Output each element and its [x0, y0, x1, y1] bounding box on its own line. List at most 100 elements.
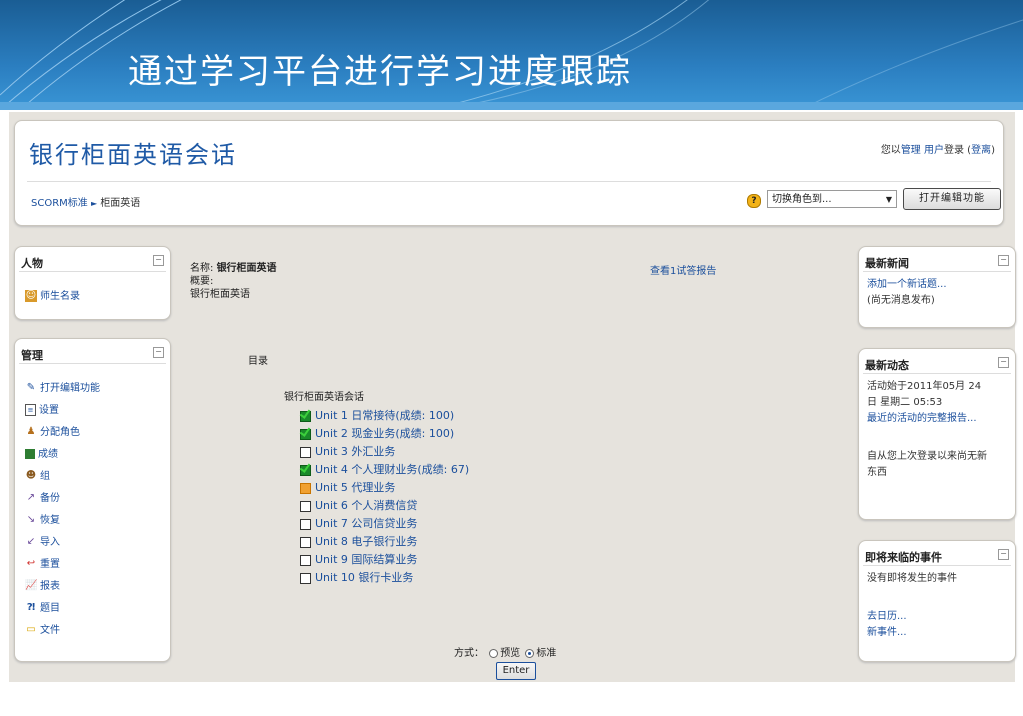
- dropdown-arrow-icon: ▼: [885, 195, 892, 204]
- normal-radio[interactable]: [525, 648, 535, 658]
- admin-item-label: 备份: [40, 493, 60, 504]
- collapse-icon[interactable]: −: [998, 549, 1009, 560]
- enter-button[interactable]: Enter: [496, 662, 536, 680]
- admin-item-settings[interactable]: ≡ 设置: [25, 401, 59, 416]
- toc-unit[interactable]: Unit 9 国际结算业务: [300, 551, 417, 567]
- mode-selector: 方式： 预览 标准: [454, 644, 556, 659]
- block-divider: [863, 373, 1011, 374]
- admin-item-label: 打开编辑功能: [40, 383, 100, 394]
- login-user-link[interactable]: 管理 用户: [901, 145, 944, 156]
- toc-unit[interactable]: Unit 4 个人理财业务(成绩: 67): [300, 461, 469, 477]
- view-reports-link[interactable]: 查看1试答报告: [650, 262, 716, 277]
- unit-link[interactable]: Unit 4 个人理财业务(成绩: 67): [315, 463, 469, 476]
- admin-item-label: 文件: [40, 625, 60, 636]
- completed-check-icon: [300, 410, 311, 422]
- collapse-icon[interactable]: −: [153, 347, 164, 358]
- toc-unit[interactable]: Unit 8 电子银行业务: [300, 533, 417, 549]
- unit-link[interactable]: Unit 7 公司信贷业务: [315, 517, 417, 530]
- name-label: 名称:: [190, 263, 217, 274]
- main-content: 名称: 银行柜面英语 概要: 银行柜面英语 查看1试答报告 目录 银行柜面英语会…: [178, 246, 846, 682]
- unit-link[interactable]: Unit 1 日常接待(成绩: 100): [315, 409, 454, 422]
- preview-label: 预览: [500, 648, 521, 659]
- collapse-icon[interactable]: −: [153, 255, 164, 266]
- not-attempted-icon: [300, 536, 311, 548]
- block-divider: [863, 565, 1011, 566]
- settings-icon: ≡: [25, 404, 36, 416]
- toc-unit[interactable]: Unit 10 银行卡业务: [300, 569, 413, 585]
- login-info: 您以管理 用户登录 (登离): [881, 141, 995, 156]
- full-report-link[interactable]: 最近的活动的完整报告...: [867, 411, 977, 427]
- page-header: 银行柜面英语会话 您以管理 用户登录 (登离) SCORM标准 ► 柜面英语 ?…: [14, 120, 1004, 226]
- collapse-icon[interactable]: −: [998, 255, 1009, 266]
- unit-link[interactable]: Unit 3 外汇业务: [315, 445, 395, 458]
- admin-item-backup[interactable]: ↗ 备份: [25, 489, 60, 504]
- toc-unit[interactable]: Unit 6 个人消费信贷: [300, 497, 417, 513]
- toc-unit[interactable]: Unit 5 代理业务: [300, 479, 395, 495]
- new-event-link[interactable]: 新事件...: [867, 625, 907, 641]
- incomplete-icon: [300, 482, 311, 494]
- unit-link[interactable]: Unit 10 银行卡业务: [315, 571, 413, 584]
- admin-item-label: 恢复: [40, 515, 60, 526]
- unit-link[interactable]: Unit 2 现金业务(成绩: 100): [315, 427, 454, 440]
- collapse-icon[interactable]: −: [998, 357, 1009, 368]
- scorm-info: 名称: 银行柜面英语 概要: 银行柜面英语: [190, 262, 277, 301]
- no-events-text: 没有即将发生的事件: [867, 573, 957, 584]
- help-icon[interactable]: ?: [747, 194, 761, 208]
- recent-activity-block: 最新动态 − 活动始于2011年05月 24 日 星期二 05:53 最近的活动…: [858, 348, 1016, 520]
- navbar: SCORM标准 ► 柜面英语 ? 切换角色到... ▼ 打开编辑功能: [27, 181, 1001, 214]
- login-prefix: 您以: [880, 145, 901, 156]
- logout-link[interactable]: 登离: [971, 145, 991, 156]
- breadcrumb-separator-icon: ►: [90, 199, 98, 208]
- admin-block-title: 管理: [21, 349, 43, 362]
- admin-item-questions[interactable]: ⁈ 题目: [25, 599, 60, 614]
- go-to-calendar-link[interactable]: 去日历...: [867, 609, 907, 625]
- activity-since: 活动始于2011年05月 24: [867, 381, 982, 392]
- people-block: 人物 − ☺ 师生名录: [14, 246, 171, 320]
- admin-item-label: 题目: [40, 603, 60, 614]
- admin-item-groups[interactable]: ☻ 组: [25, 467, 50, 482]
- participants-icon: ☺: [25, 290, 37, 302]
- participants-label: 师生名录: [40, 291, 80, 302]
- unit-link[interactable]: Unit 8 电子银行业务: [315, 535, 417, 548]
- backup-icon: ↗: [26, 492, 36, 503]
- unit-link[interactable]: Unit 6 个人消费信贷: [315, 499, 417, 512]
- breadcrumb-root[interactable]: SCORM标准: [31, 198, 88, 209]
- upcoming-events-block: 即将来临的事件 − 没有即将发生的事件 去日历... 新事件...: [858, 540, 1016, 662]
- roles-icon: ♟: [26, 426, 36, 437]
- admin-item-restore[interactable]: ↘ 恢复: [25, 511, 60, 526]
- admin-item-import[interactable]: ↙ 导入: [25, 533, 60, 548]
- admin-item-files[interactable]: ▭ 文件: [25, 621, 60, 636]
- admin-item-label: 导入: [40, 537, 60, 548]
- news-block-title: 最新新闻: [865, 257, 909, 270]
- admin-item-reports[interactable]: 📈 报表: [25, 577, 60, 592]
- admin-item-label: 重置: [40, 559, 60, 570]
- switch-role-select[interactable]: 切换角色到... ▼: [767, 190, 897, 208]
- admin-block: 管理 − ✎ 打开编辑功能 ≡ 设置 ♟ 分配角色 成绩 ☻ 组 ↗ 备份 ↘ 恢复 ↙ 导入…: [14, 338, 171, 662]
- slide-banner: 通过学习平台进行学习进度跟踪: [0, 0, 1023, 110]
- toc-unit[interactable]: Unit 7 公司信贷业务: [300, 515, 417, 531]
- unit-link[interactable]: Unit 5 代理业务: [315, 481, 395, 494]
- preview-radio[interactable]: [489, 648, 499, 658]
- admin-item-label: 设置: [39, 405, 59, 416]
- admin-item-edit[interactable]: ✎ 打开编辑功能: [25, 379, 100, 394]
- not-attempted-icon: [300, 518, 311, 530]
- not-attempted-icon: [300, 446, 311, 458]
- admin-item-roles[interactable]: ♟ 分配角色: [25, 423, 80, 438]
- admin-item-grades[interactable]: 成绩: [25, 445, 58, 460]
- participants-link[interactable]: ☺ 师生名录: [25, 287, 80, 302]
- turn-editing-on-button[interactable]: 打开编辑功能: [903, 188, 1001, 210]
- toc-unit[interactable]: Unit 2 现金业务(成绩: 100): [300, 425, 454, 441]
- add-topic-link[interactable]: 添加一个新话题...: [867, 277, 947, 293]
- events-block-title: 即将来临的事件: [865, 551, 942, 564]
- nothing-new-text: 自从您上次登录以来尚无新: [867, 451, 987, 462]
- no-news-text: (尚无消息发布): [867, 295, 935, 306]
- unit-link[interactable]: Unit 9 国际结算业务: [315, 553, 417, 566]
- questions-icon: ⁈: [26, 602, 36, 613]
- toc-unit[interactable]: Unit 3 外汇业务: [300, 443, 395, 459]
- admin-item-label: 报表: [40, 581, 60, 592]
- not-attempted-icon: [300, 554, 311, 566]
- course-title: 银行柜面英语会话: [29, 141, 237, 169]
- admin-item-reset[interactable]: ↩ 重置: [25, 555, 60, 570]
- toc-course-title: 银行柜面英语会话: [284, 392, 364, 403]
- toc-unit[interactable]: Unit 1 日常接待(成绩: 100): [300, 407, 454, 423]
